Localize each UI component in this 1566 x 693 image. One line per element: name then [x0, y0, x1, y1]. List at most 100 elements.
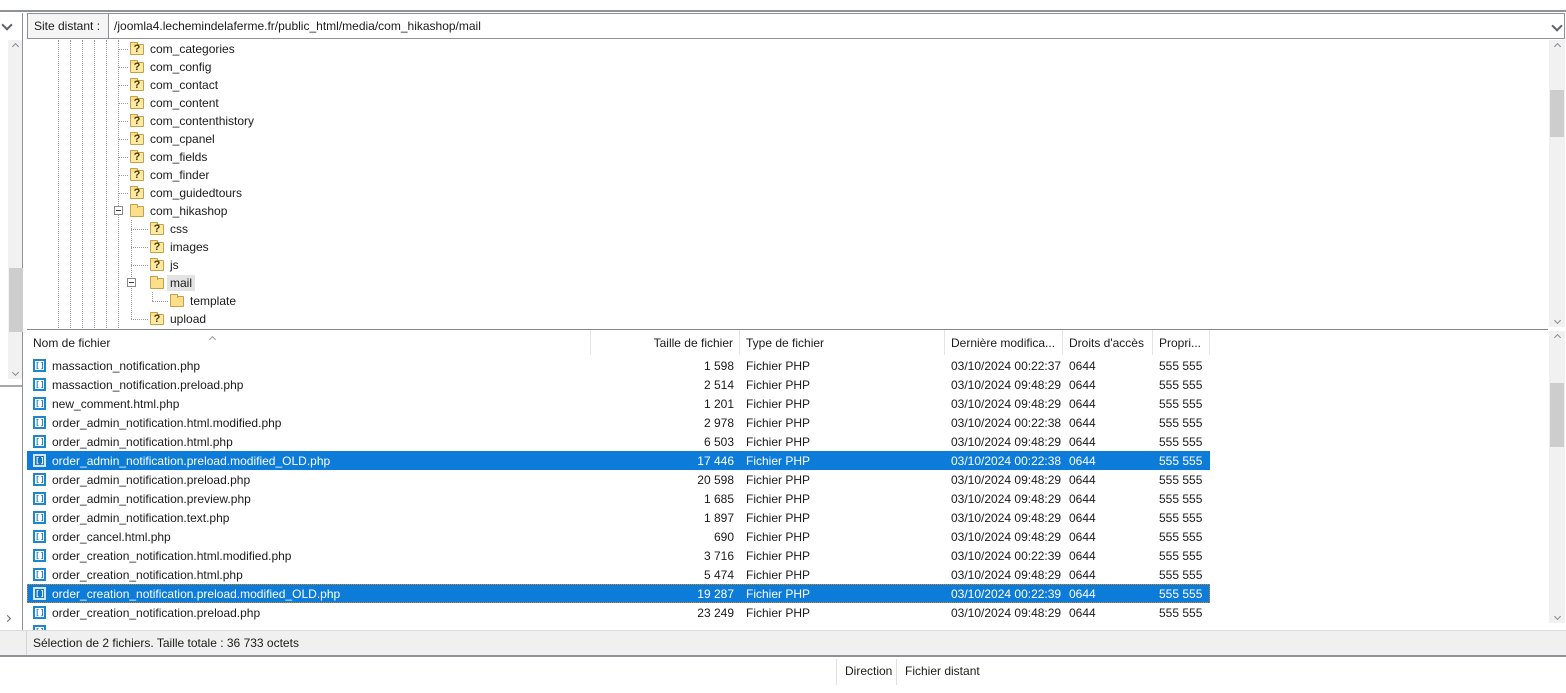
php-file-icon: [] — [33, 378, 46, 391]
file-modified-cell: 03/10/2024 00:22:39 — [945, 546, 1063, 565]
scroll-up-button[interactable] — [1549, 331, 1565, 344]
column-header-owner[interactable]: Propri... — [1153, 330, 1210, 355]
tree-item-css[interactable]: css — [27, 220, 1548, 238]
php-file-icon: [] — [33, 587, 46, 600]
file-owner-cell: 555 555 — [1153, 565, 1210, 584]
file-row[interactable]: []order_creation_notification.preload.mo… — [27, 584, 1210, 603]
file-size-cell: 2 978 — [591, 413, 740, 432]
transfer-queue-panel: Direction Fichier distant — [0, 657, 1566, 693]
tree-item-images[interactable]: images — [27, 238, 1548, 256]
column-header-name[interactable]: Nom de fichier — [27, 330, 591, 355]
tree-connector-line — [118, 85, 128, 86]
file-perms-cell: 0644 — [1063, 546, 1153, 565]
remote-path-combobox[interactable]: Site distant : /joomla4.lechemindelaferm… — [27, 13, 1565, 39]
remote-combo-dropdown[interactable] — [1550, 22, 1564, 30]
tree-item-upload[interactable]: upload — [27, 310, 1548, 328]
tree-item-com_finder[interactable]: com_finder — [27, 166, 1548, 184]
file-row[interactable]: []order_creation_notification.html.php5 … — [27, 565, 1210, 584]
tree-item-com_contact[interactable]: com_contact — [27, 76, 1548, 94]
tree-item-com_categories[interactable]: com_categories — [27, 40, 1548, 58]
folder-question-icon — [130, 134, 144, 145]
remote-tree-scrollbar[interactable] — [1549, 40, 1565, 327]
local-scroll-right-button[interactable] — [5, 610, 10, 624]
file-row[interactable]: [] order_admin_notification.preload.modif… — [27, 451, 1210, 470]
file-modified-cell: 03/10/2024 09:48:29 — [945, 432, 1063, 451]
chevron-down-icon — [1551, 20, 1562, 31]
file-owner-cell: 555 555 — [1153, 489, 1210, 508]
local-tree-scrollbar[interactable] — [8, 40, 22, 379]
file-owner-cell: 555 555 — [1153, 584, 1210, 603]
php-file-icon: [] — [33, 397, 46, 410]
column-header-type[interactable]: Type de fichier — [740, 330, 945, 355]
toolbar-divider — [0, 10, 1566, 12]
file-row-partial[interactable]: [] — [27, 622, 1210, 630]
tree-connector-line — [131, 247, 148, 248]
tree-item-js[interactable]: js — [27, 256, 1548, 274]
tree-item-com_cpanel[interactable]: com_cpanel — [27, 130, 1548, 148]
file-modified-cell: 03/10/2024 09:48:29 — [945, 508, 1063, 527]
file-type-cell: Fichier PHP — [740, 470, 945, 489]
file-name-cell: []order_admin_notification.text.php — [27, 508, 591, 527]
scrollbar-thumb[interactable] — [1550, 90, 1564, 137]
scrollbar-thumb[interactable] — [9, 268, 23, 332]
tree-expander-minus-icon[interactable] — [127, 278, 136, 287]
file-name-text: order_creation_notification.html.modifie… — [52, 549, 291, 563]
folder-question-icon — [150, 260, 164, 271]
file-modified-cell: 03/10/2024 00:22:38 — [945, 451, 1063, 470]
queue-column-remote-file[interactable]: Fichier distant — [905, 664, 980, 678]
file-modified-cell: 03/10/2024 09:48:29 — [945, 527, 1063, 546]
file-row[interactable]: []order_creation_notification.preload.ph… — [27, 603, 1210, 622]
local-pane-divider — [0, 385, 22, 387]
file-row[interactable]: []order_admin_notification.html.php6 503… — [27, 432, 1210, 451]
file-owner-cell: 555 555 — [1153, 394, 1210, 413]
tree-item-com_content[interactable]: com_content — [27, 94, 1548, 112]
folder-question-icon — [130, 188, 144, 199]
column-header-permissions[interactable]: Droits d'accès — [1063, 330, 1153, 355]
php-file-icon: [] — [33, 511, 46, 524]
scroll-up-button[interactable] — [8, 40, 22, 53]
scroll-up-button[interactable] — [1549, 40, 1565, 53]
file-owner-cell: 555 555 — [1153, 375, 1210, 394]
file-name-cell: []massaction_notification.php — [27, 356, 591, 375]
scroll-down-button[interactable] — [1549, 314, 1565, 327]
scroll-down-button[interactable] — [8, 366, 22, 379]
file-row[interactable]: []order_creation_notification.html.modif… — [27, 546, 1210, 565]
file-row[interactable]: []order_admin_notification.preview.php1 … — [27, 489, 1210, 508]
folder-question-icon — [130, 80, 144, 91]
file-perms-cell: 0644 — [1063, 413, 1153, 432]
column-header-size[interactable]: Taille de fichier — [591, 330, 740, 355]
file-row[interactable]: []order_cancel.html.php690Fichier PHP03/… — [27, 527, 1210, 546]
file-perms-cell: 0644 — [1063, 603, 1153, 622]
file-row[interactable]: []order_admin_notification.html.modified… — [27, 413, 1210, 432]
php-file-icon: [] — [33, 454, 46, 467]
scrollbar-thumb[interactable] — [1550, 383, 1564, 447]
file-size-cell: 690 — [591, 527, 740, 546]
scroll-down-button[interactable] — [1549, 610, 1565, 623]
file-row[interactable]: []massaction_notification.php1 598Fichie… — [27, 356, 1210, 375]
file-row[interactable]: []order_admin_notification.preload.php20… — [27, 470, 1210, 489]
php-file-icon: [] — [33, 606, 46, 619]
remote-file-list[interactable]: []massaction_notification.php1 598Fichie… — [27, 356, 1548, 630]
file-type-cell: Fichier PHP — [740, 394, 945, 413]
column-header-modified[interactable]: Dernière modifica... — [945, 330, 1063, 355]
remote-list-scrollbar[interactable] — [1549, 331, 1565, 623]
tree-expander-minus-icon[interactable] — [114, 206, 123, 215]
file-name-text: order_admin_notification.html.php — [52, 435, 233, 449]
file-name-text: order_admin_notification.preload.modifie… — [52, 454, 330, 468]
file-row[interactable]: []massaction_notification.preload.php2 5… — [27, 375, 1210, 394]
tree-item-template[interactable]: template — [27, 292, 1548, 310]
tree-item-com_guidedtours[interactable]: com_guidedtours — [27, 184, 1548, 202]
folder-question-icon — [150, 242, 164, 253]
remote-directory-tree[interactable]: com_categoriescom_configcom_contactcom_c… — [27, 40, 1548, 328]
selection-summary: Sélection de 2 fichiers. Taille totale :… — [0, 636, 299, 650]
queue-column-direction[interactable]: Direction — [845, 664, 892, 678]
remote-path-value[interactable]: /joomla4.lechemindelaferme.fr/public_htm… — [109, 19, 1550, 33]
tree-item-com_hikashop[interactable]: com_hikashop — [27, 202, 1548, 220]
file-row[interactable]: []new_comment.html.php1 201Fichier PHP03… — [27, 394, 1210, 413]
tree-item-com_contenthistory[interactable]: com_contenthistory — [27, 112, 1548, 130]
tree-item-com_config[interactable]: com_config — [27, 58, 1548, 76]
file-row[interactable]: []order_admin_notification.text.php1 897… — [27, 508, 1210, 527]
tree-item-mail[interactable]: mail — [27, 274, 1548, 292]
tree-item-com_fields[interactable]: com_fields — [27, 148, 1548, 166]
local-combo-dropdown[interactable] — [3, 18, 11, 32]
